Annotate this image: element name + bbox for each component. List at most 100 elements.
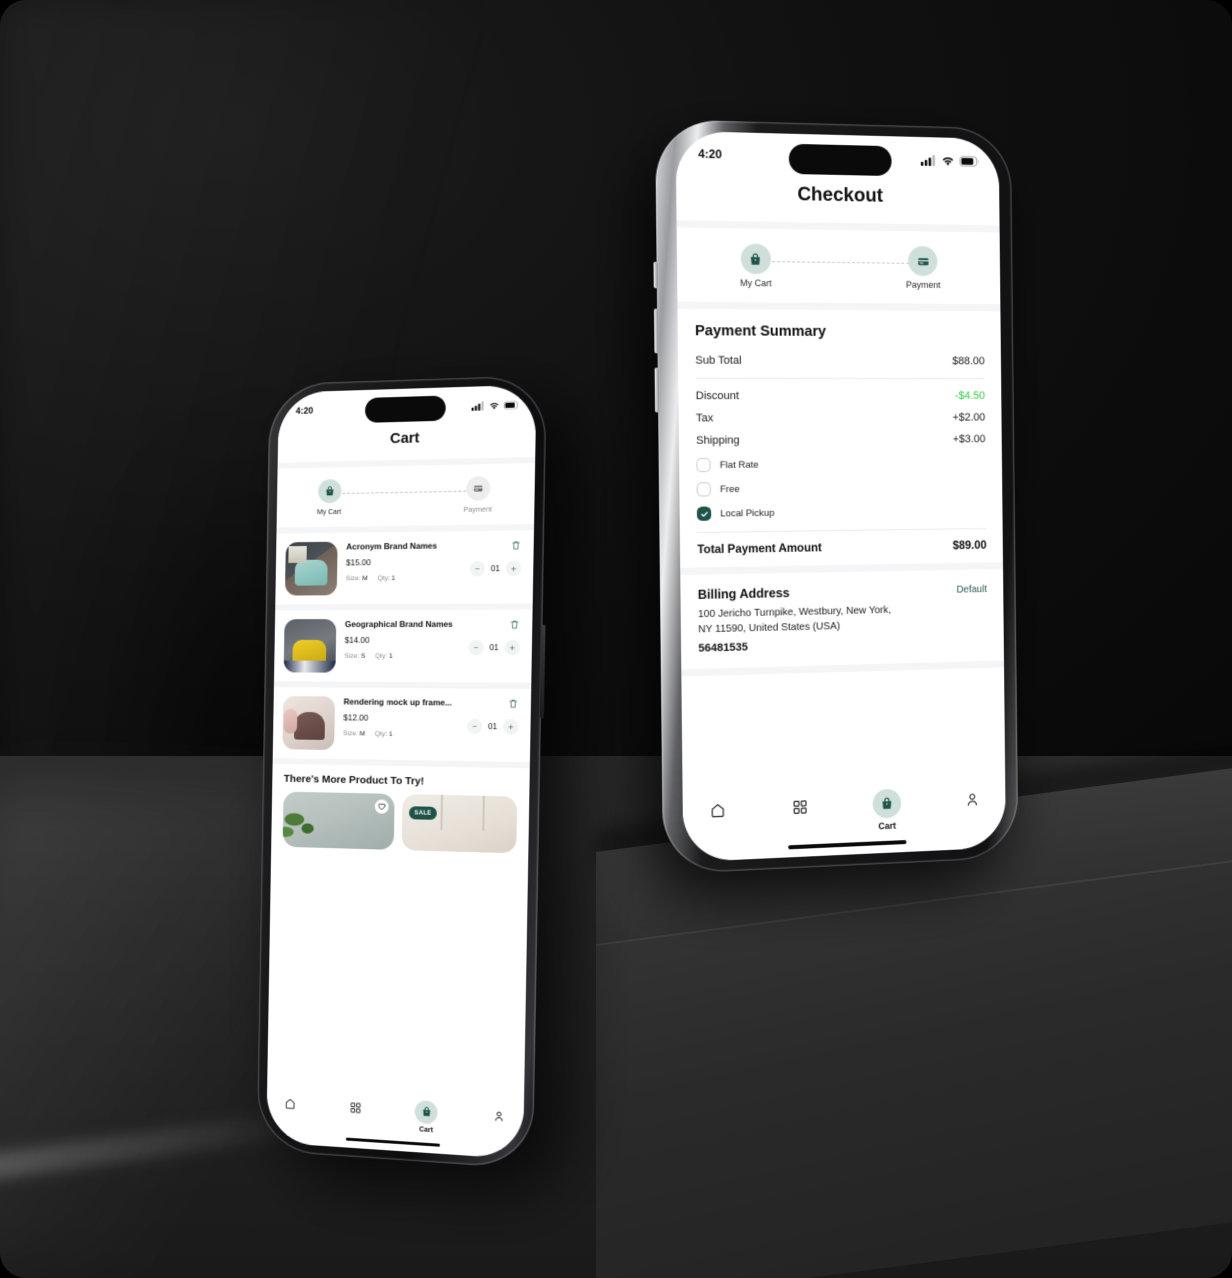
home-indicator bbox=[788, 840, 906, 849]
billing-address-header: Billing Address Default bbox=[698, 582, 987, 602]
summary-row-value: +$2.00 bbox=[952, 412, 985, 424]
delete-item-button[interactable] bbox=[508, 698, 519, 709]
decrease-quantity-button[interactable]: − bbox=[468, 640, 483, 655]
grid-icon bbox=[792, 798, 809, 816]
divider bbox=[697, 528, 986, 533]
tab-cart[interactable]: Cart bbox=[873, 789, 902, 832]
check-icon bbox=[699, 509, 708, 518]
payment-summary-section: Payment Summary Sub Total $88.00 Discoun… bbox=[677, 309, 1002, 568]
cart-item[interactable]: Acronym Brand Names $15.00 Size: M Qty: … bbox=[275, 530, 534, 604]
summary-row-label: Tax bbox=[696, 412, 713, 424]
checkbox[interactable] bbox=[696, 458, 710, 472]
cart-item-price: $14.00 bbox=[345, 635, 460, 645]
cart-item-info: Geographical Brand Names $14.00 Size: S … bbox=[344, 619, 460, 660]
my-cart-step-bubble bbox=[740, 244, 770, 275]
quantity-value: 01 bbox=[489, 564, 502, 573]
decrease-quantity-button[interactable]: − bbox=[470, 561, 485, 576]
tab-profile[interactable] bbox=[964, 785, 981, 808]
stepper-step-payment[interactable]: Payment bbox=[906, 246, 941, 290]
home-indicator bbox=[346, 1137, 440, 1146]
shipping-option-label: Free bbox=[720, 483, 740, 494]
signal-icon bbox=[921, 154, 937, 165]
tab-home[interactable] bbox=[709, 796, 726, 820]
quantity-stepper[interactable]: − 01 + bbox=[470, 561, 522, 577]
checkbox[interactable] bbox=[697, 482, 711, 496]
default-address-link[interactable]: Default bbox=[956, 584, 987, 595]
cart-item-info: Acronym Brand Names $15.00 Size: M Qty: … bbox=[346, 540, 462, 582]
tab-home[interactable] bbox=[284, 1092, 297, 1110]
quantity-stepper[interactable]: − 01 + bbox=[468, 640, 520, 655]
delete-item-button[interactable] bbox=[509, 619, 520, 630]
phone-left-cart: 4:20 Cart My Cart Payment Acronym Brand … bbox=[257, 375, 547, 1169]
payment-summary-title: Payment Summary bbox=[695, 323, 985, 341]
wifi-icon bbox=[489, 400, 500, 409]
cart-item-size: Size: M bbox=[346, 575, 368, 582]
cart-item-title: Rendering mock up frame... bbox=[344, 697, 459, 708]
product-thumbnail bbox=[284, 619, 337, 673]
shipping-option-label: Local Pickup bbox=[720, 507, 774, 519]
phone-right-checkout: 4:20 Checkout My Cart Payment Payment Su… bbox=[655, 119, 1018, 874]
quantity-stepper[interactable]: − 01 + bbox=[467, 719, 519, 735]
tab-cart[interactable]: Cart bbox=[415, 1100, 438, 1135]
status-icons bbox=[472, 400, 520, 411]
stepper-step-payment[interactable]: Payment bbox=[463, 476, 492, 514]
cart-item-info: Rendering mock up frame... $12.00 Size: … bbox=[343, 697, 459, 739]
increase-quantity-button[interactable]: + bbox=[506, 561, 521, 576]
stepper-step-my-cart[interactable]: My Cart bbox=[317, 479, 342, 516]
shipping-option-flat-rate[interactable]: Flat Rate bbox=[696, 456, 985, 472]
increase-quantity-button[interactable]: + bbox=[504, 640, 519, 655]
shopping-bag-icon bbox=[880, 796, 895, 812]
shipping-option-label: Flat Rate bbox=[720, 459, 759, 470]
bottom-tab-bar: Cart bbox=[683, 774, 1006, 840]
tab-categories[interactable] bbox=[791, 792, 808, 816]
sale-badge: SALE bbox=[409, 806, 437, 820]
product-card[interactable]: SALE bbox=[402, 794, 518, 853]
summary-row-label: Shipping bbox=[696, 434, 739, 446]
battery-icon bbox=[504, 400, 520, 410]
shopping-bag-icon bbox=[324, 485, 336, 497]
cart-item-qty: Qty: 1 bbox=[375, 731, 393, 738]
payment-step-bubble bbox=[466, 476, 490, 501]
shipping-option-local-pickup[interactable]: Local Pickup bbox=[697, 503, 986, 521]
total-value: $89.00 bbox=[953, 540, 987, 552]
delete-item-button[interactable] bbox=[510, 540, 521, 551]
dynamic-island bbox=[365, 396, 446, 423]
favorite-button[interactable] bbox=[375, 799, 389, 813]
cart-item[interactable]: Geographical Brand Names $14.00 Size: S … bbox=[274, 610, 533, 683]
shopping-bag-icon bbox=[420, 1106, 432, 1119]
bottom-tab-bar: Cart bbox=[267, 1083, 525, 1140]
cart-tab-bubble bbox=[873, 789, 902, 819]
billing-address-title: Billing Address bbox=[698, 586, 790, 602]
cart-item-size: Size: M bbox=[343, 730, 365, 737]
phone-right-screen: 4:20 Checkout My Cart Payment Payment Su… bbox=[676, 131, 1006, 862]
volume-down-button[interactable] bbox=[655, 368, 660, 413]
person-icon bbox=[492, 1110, 505, 1124]
summary-row-value: +$3.00 bbox=[953, 433, 986, 445]
quantity-value: 01 bbox=[486, 722, 499, 731]
page-title: Cart bbox=[278, 426, 536, 450]
cart-item-meta: Size: S Qty: 1 bbox=[344, 653, 459, 660]
cart-item[interactable]: Rendering mock up frame... $12.00 Size: … bbox=[273, 687, 532, 762]
status-icons bbox=[921, 154, 980, 166]
mute-switch[interactable] bbox=[653, 262, 657, 289]
total-payment-row: Total Payment Amount $89.00 bbox=[697, 540, 986, 557]
shipping-option-free[interactable]: Free bbox=[697, 480, 986, 497]
checkbox[interactable] bbox=[697, 506, 711, 520]
tab-profile[interactable] bbox=[492, 1105, 505, 1124]
summary-row-tax: Tax +$2.00 bbox=[696, 412, 985, 425]
product-card[interactable] bbox=[283, 792, 395, 850]
product-thumbnail bbox=[285, 542, 338, 596]
tab-categories[interactable] bbox=[349, 1096, 362, 1115]
summary-row-label: Discount bbox=[696, 390, 739, 402]
summary-row-value: $88.00 bbox=[952, 355, 985, 367]
wifi-icon bbox=[941, 155, 955, 166]
summary-row-value: -$4.50 bbox=[955, 390, 985, 402]
dynamic-island bbox=[788, 144, 891, 176]
decrease-quantity-button[interactable]: − bbox=[467, 719, 482, 734]
stepper-step-my-cart[interactable]: My Cart bbox=[740, 244, 772, 289]
summary-row-sub-total: Sub Total $88.00 bbox=[695, 355, 984, 368]
mockup-scene: 4:20 Cart My Cart Payment Acronym Brand … bbox=[0, 0, 1232, 1278]
cart-item-meta: Size: M Qty: 1 bbox=[343, 730, 458, 739]
increase-quantity-button[interactable]: + bbox=[503, 719, 518, 734]
volume-up-button[interactable] bbox=[654, 309, 659, 354]
